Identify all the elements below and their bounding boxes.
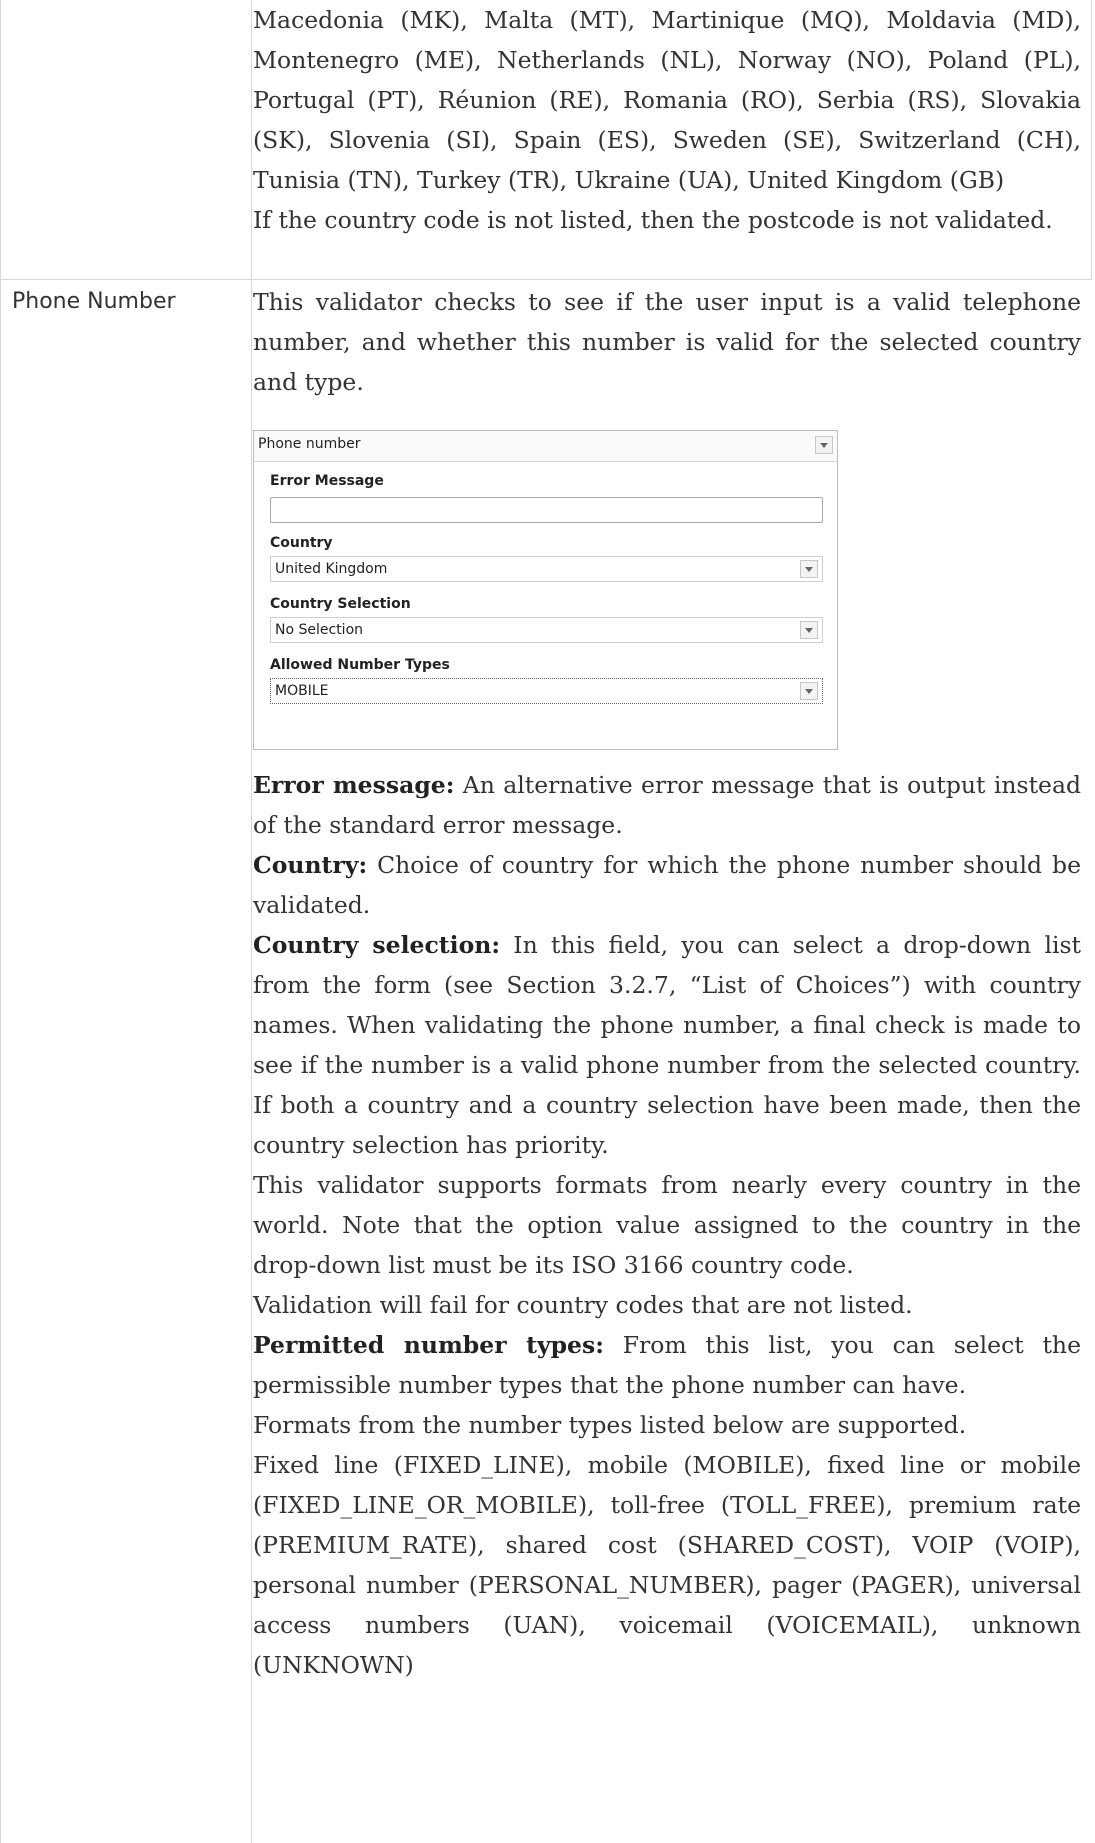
postcode-note: If the country code is not listed, then …: [253, 206, 1053, 234]
phone-number-row-label: Phone Number: [12, 289, 176, 314]
collapse-caret-icon[interactable]: [815, 436, 833, 454]
chevron-down-icon: [800, 621, 818, 639]
country-selection-label: Country Selection: [270, 596, 411, 612]
allowed-number-types-label: Allowed Number Types: [270, 657, 450, 673]
allowed-number-types-select[interactable]: MOBILE: [270, 678, 823, 704]
fail-paragraph: Validation will fail for country codes t…: [253, 1291, 913, 1319]
country-description: Country: Choice of country for which the…: [253, 845, 1081, 925]
phone-options-description: Error message: An alternative error mess…: [253, 765, 1081, 1685]
supported-paragraph: Formats from the number types listed bel…: [253, 1411, 967, 1439]
country-text: Choice of country for which the phone nu…: [253, 851, 1081, 919]
country-select-value: United Kingdom: [275, 561, 388, 577]
postcode-country-list: Macedonia (MK), Malta (MT), Martinique (…: [253, 6, 1081, 194]
table-border-right: [1091, 0, 1092, 279]
number-types-list: Fixed line (FIXED_LINE), mobile (MOBILE)…: [253, 1451, 1081, 1679]
error-message-input[interactable]: [270, 497, 823, 523]
country-selection-text: In this field, you can select a drop-dow…: [253, 931, 1081, 1159]
error-message-label: Error Message: [270, 473, 384, 489]
postcode-description-cell: Macedonia (MK), Malta (MT), Martinique (…: [253, 0, 1081, 240]
country-selection-description: Country selection: In this field, you ca…: [253, 925, 1081, 1165]
table-row-divider: [0, 279, 1092, 280]
country-select[interactable]: United Kingdom: [270, 556, 823, 582]
validator-table: Macedonia (MK), Malta (MT), Martinique (…: [0, 0, 1092, 1843]
chevron-down-icon: [800, 560, 818, 578]
phone-number-config-screenshot: Phone number Error Message Country Unite…: [253, 430, 838, 750]
country-selection-value: No Selection: [275, 622, 364, 638]
country-term: Country:: [253, 851, 368, 879]
permitted-types-term: Permitted number types:: [253, 1331, 604, 1359]
table-border-left: [0, 0, 1, 1843]
phone-intro: This validator checks to see if the user…: [253, 288, 1081, 396]
permitted-types-description: Permitted number types: From this list, …: [253, 1325, 1081, 1405]
chevron-down-icon: [800, 682, 818, 700]
country-label: Country: [270, 535, 333, 551]
widget-header[interactable]: Phone number: [254, 431, 837, 462]
country-selection-term: Country selection:: [253, 931, 501, 959]
formats-paragraph: This validator supports formats from nea…: [253, 1171, 1081, 1279]
phone-number-description-cell: This validator checks to see if the user…: [253, 282, 1081, 402]
widget-title: Phone number: [258, 436, 361, 452]
allowed-number-types-value: MOBILE: [275, 683, 329, 699]
country-selection-select[interactable]: No Selection: [270, 617, 823, 643]
error-message-term: Error message:: [253, 771, 455, 799]
error-message-description: Error message: An alternative error mess…: [253, 765, 1081, 845]
table-column-divider: [251, 0, 252, 1843]
